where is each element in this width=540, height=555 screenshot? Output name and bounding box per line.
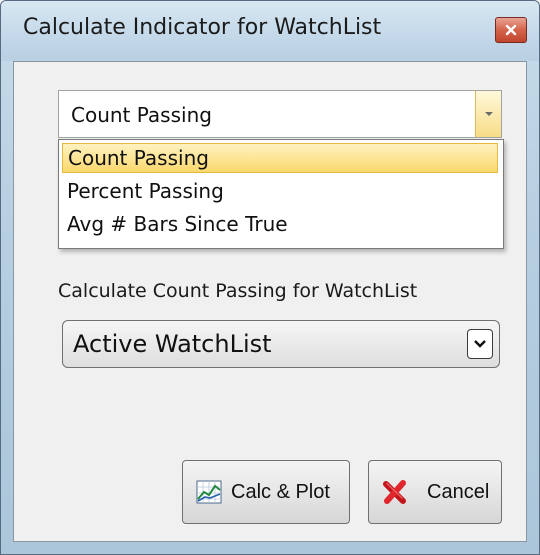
chevron-down-icon [484,112,493,116]
cancel-label: Cancel [427,480,490,503]
watchlist-select-value: Active WatchList [73,330,272,358]
calc-plot-button[interactable]: Calc & Plot [182,460,350,524]
close-icon [505,24,517,36]
cancel-button[interactable]: Cancel [368,460,502,524]
close-button[interactable] [495,17,527,43]
calc-plot-label: Calc & Plot [231,480,330,503]
title-bar[interactable]: Calculate Indicator for WatchList [1,1,539,61]
dialog-body: Count Passing Count Passing Percent Pass… [13,61,527,542]
dropdown-option-avg-bars-since-true[interactable]: Avg # Bars Since True [62,209,498,239]
chart-icon [196,480,222,504]
window-title: Calculate Indicator for WatchList [23,15,382,40]
dropdown-option-percent-passing[interactable]: Percent Passing [62,176,498,206]
red-x-icon [383,480,406,504]
indicator-dropdown-list: Count Passing Percent Passing Avg # Bars… [58,139,504,249]
watchlist-label: Calculate Count Passing for WatchList [58,280,418,302]
watchlist-select[interactable]: Active WatchList [62,320,500,368]
indicator-dropdown-button[interactable] [475,91,501,137]
dropdown-option-count-passing[interactable]: Count Passing [62,143,498,173]
chevron-down-icon [474,340,486,348]
indicator-dropdown[interactable]: Count Passing [58,90,502,138]
indicator-dropdown-value: Count Passing [71,103,212,127]
dialog-window: Calculate Indicator for WatchList Count … [0,0,540,555]
watchlist-select-button[interactable] [467,329,493,359]
